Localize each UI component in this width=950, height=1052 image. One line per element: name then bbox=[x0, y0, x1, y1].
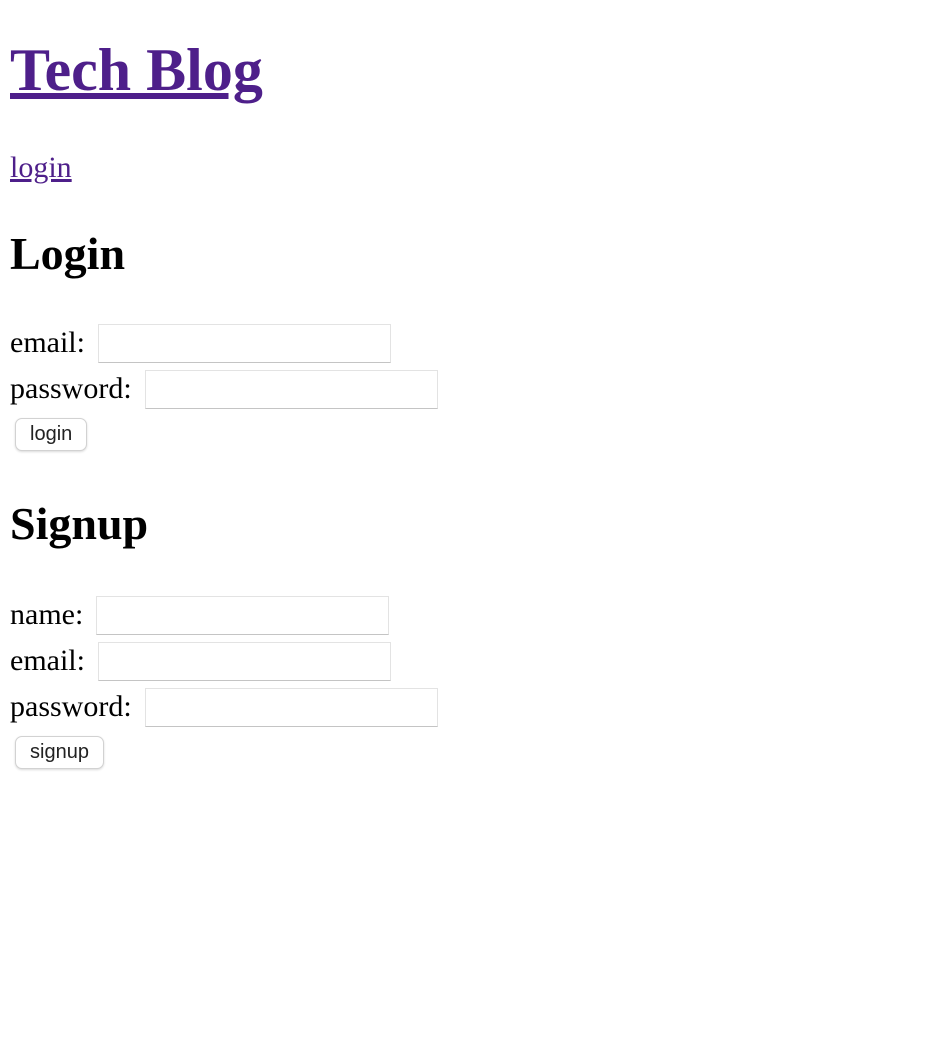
login-password-input[interactable] bbox=[144, 369, 438, 409]
signup-password-row: password: bbox=[10, 687, 438, 727]
site-title-link[interactable]: Tech Blog bbox=[10, 30, 263, 110]
login-email-label: email: bbox=[10, 326, 85, 359]
login-button[interactable]: login bbox=[15, 418, 88, 451]
signup-password-input[interactable] bbox=[144, 687, 438, 727]
login-email-row: email: bbox=[10, 323, 391, 363]
signup-password-label: password: bbox=[10, 690, 132, 723]
signup-email-row: email: bbox=[10, 641, 391, 681]
login-heading: Login bbox=[10, 228, 126, 279]
signup-name-input[interactable] bbox=[96, 595, 390, 635]
login-password-label: password: bbox=[10, 372, 132, 405]
signup-email-label: email: bbox=[10, 644, 85, 677]
signup-name-label: name: bbox=[10, 598, 84, 631]
signup-heading: Signup bbox=[10, 498, 149, 549]
nav-login-link[interactable]: login bbox=[10, 148, 72, 188]
signup-email-input[interactable] bbox=[97, 641, 391, 681]
login-password-row: password: bbox=[10, 369, 438, 409]
signup-button[interactable]: signup bbox=[15, 736, 104, 769]
signup-name-row: name: bbox=[10, 595, 390, 635]
login-email-input[interactable] bbox=[97, 323, 391, 363]
